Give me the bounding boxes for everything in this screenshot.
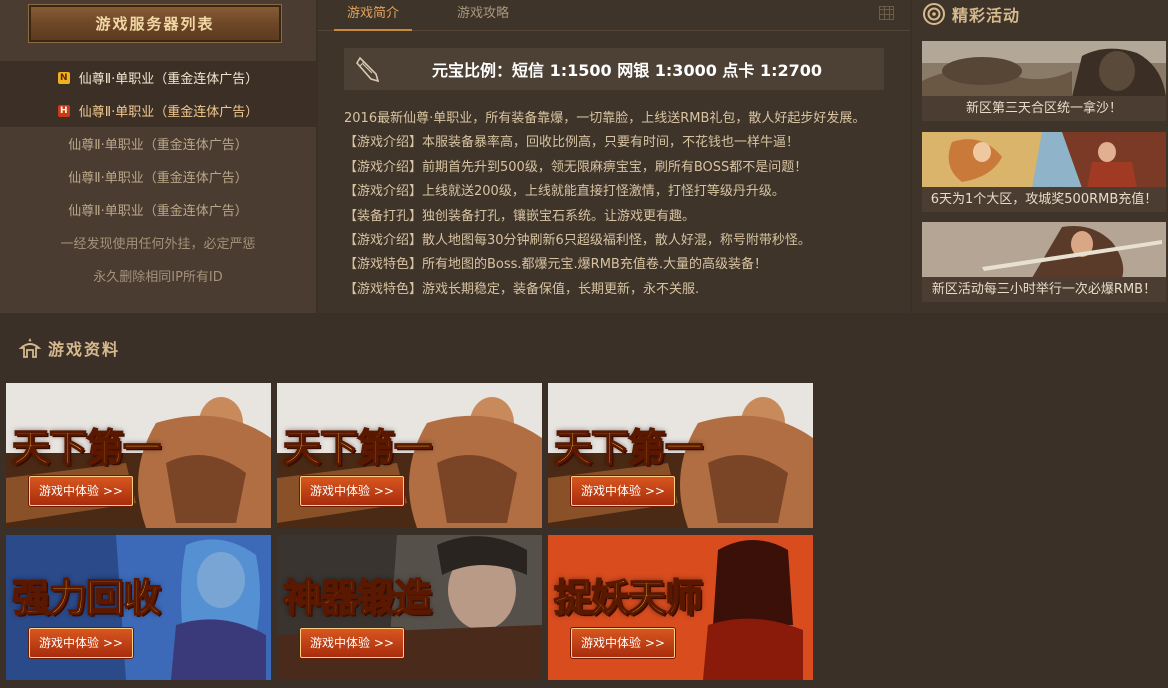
grid-icon[interactable] — [879, 6, 894, 20]
server-item[interactable]: 仙尊Ⅱ·单职业（重金连体广告） — [0, 127, 316, 160]
game-intro-panel: 游戏简介 游戏攻略 元宝比例：短信 1:1500 网银 1:3000 点卡 1:… — [318, 0, 910, 313]
server-item[interactable]: N 仙尊Ⅱ·单职业（重金连体广告） — [0, 61, 316, 94]
intro-line: 2016最新仙尊·单职业，所有装备靠爆，一切靠脸，上线送RMB礼包，散人好起步好… — [344, 111, 866, 126]
try-in-game-button[interactable]: 游戏中体验 >> — [571, 476, 675, 506]
server-list: N 仙尊Ⅱ·单职业（重金连体广告） H 仙尊Ⅱ·单职业（重金连体广告） 仙尊Ⅱ·… — [0, 61, 316, 292]
warning-note: 永久删除相同IP所有ID — [93, 270, 223, 285]
banner-title: 捉妖天师 — [553, 574, 704, 621]
activity-card[interactable]: 新区第三天合区统一拿沙！ — [922, 41, 1166, 121]
promo-banner[interactable]: 天下第一 游戏中体验 >> — [277, 383, 542, 528]
try-in-game-button[interactable]: 游戏中体验 >> — [29, 476, 133, 506]
activity-image — [922, 222, 1166, 278]
feather-icon — [356, 56, 380, 83]
activities-panel: 精彩活动 新区第三天合区统一拿沙！ 6天为1个大区，攻城奖500RMB充值！ 新… — [912, 0, 1168, 313]
tab-bar: 游戏简介 游戏攻略 — [318, 0, 910, 31]
intro-line: 【游戏介绍】本服装备暴率高，回收比例高，只要有时间，不花钱也一样牛逼！ — [344, 135, 800, 151]
promo-banner[interactable]: 神器锻造 游戏中体验 >> — [277, 535, 542, 680]
banner-title: 天下第一 — [282, 424, 433, 471]
pagoda-icon — [18, 338, 42, 358]
server-item[interactable]: H 仙尊Ⅱ·单职业（重金连体广告） — [0, 94, 316, 127]
promo-banner[interactable]: 捉妖天师 游戏中体验 >> — [548, 535, 813, 680]
server-item-label: 仙尊Ⅱ·单职业（重金连体广告） — [68, 204, 248, 219]
intro-line: 【游戏介绍】散人地图每30分钟刷新6只超级福利怪，散人好混，称号附带秒怪。 — [344, 232, 811, 248]
intro-line: 【游戏特色】所有地图的Boss.都爆元宝.爆RMB充值卷.大量的高级装备！ — [344, 257, 767, 273]
banner-title: 天下第一 — [553, 424, 704, 471]
server-list-panel: 游戏服务器列表 N 仙尊Ⅱ·单职业（重金连体广告） H 仙尊Ⅱ·单职业（重金连体… — [0, 0, 316, 313]
server-item-label: 仙尊Ⅱ·单职业（重金连体广告） — [78, 105, 259, 120]
intro-line: 【游戏介绍】前期首先升到500级，领无限麻痹宝宝，刷所有BOSS都不是问题！ — [344, 159, 808, 175]
activities-header: 精彩活动 — [922, 2, 1020, 26]
activity-image — [922, 132, 1166, 188]
activity-image — [922, 41, 1166, 97]
tab-intro[interactable]: 游戏简介 — [334, 0, 412, 31]
game-info-header: 游戏资料 — [18, 336, 120, 360]
server-list-title: 游戏服务器列表 — [28, 4, 282, 43]
activity-card[interactable]: 新区活动每三小时举行一次必爆RMB！ — [922, 222, 1166, 302]
banner-title: 天下第一 — [11, 424, 162, 471]
currency-ratio: 元宝比例：短信 1:1500 网银 1:3000 点卡 1:2700 — [432, 61, 823, 80]
game-info-title: 游戏资料 — [48, 340, 121, 359]
activity-card[interactable]: 6天为1个大区，攻城奖500RMB充值！ — [922, 132, 1166, 212]
server-item-label: 仙尊Ⅱ·单职业（重金连体广告） — [68, 138, 248, 153]
ratio-banner: 元宝比例：短信 1:1500 网银 1:3000 点卡 1:2700 — [344, 48, 884, 90]
try-in-game-button[interactable]: 游戏中体验 >> — [300, 476, 404, 506]
intro-line: 【装备打孔】独创装备打孔，镶嵌宝石系统。让游戏更有趣。 — [344, 208, 696, 224]
banner-title: 强力回收 — [11, 574, 162, 621]
warning-note: 一经发现使用任何外挂，必定严惩 — [60, 237, 256, 252]
intro-text: 2016最新仙尊·单职业，所有装备靠爆，一切靠脸，上线送RMB礼包，散人好起步好… — [344, 107, 904, 302]
try-in-game-button[interactable]: 游戏中体验 >> — [571, 628, 675, 658]
activity-caption: 新区第三天合区统一拿沙！ — [922, 96, 1166, 121]
activity-caption: 6天为1个大区，攻城奖500RMB充值！ — [922, 187, 1166, 212]
activities-title: 精彩活动 — [952, 6, 1021, 25]
server-item[interactable]: 仙尊Ⅱ·单职业（重金连体广告） — [0, 193, 316, 226]
try-in-game-button[interactable]: 游戏中体验 >> — [300, 628, 404, 658]
try-in-game-button[interactable]: 游戏中体验 >> — [29, 628, 133, 658]
hot-badge-icon: H — [57, 104, 70, 117]
promo-banner[interactable]: 天下第一 游戏中体验 >> — [6, 383, 271, 528]
intro-line: 【游戏特色】游戏长期稳定，装备保值，长期更新，永不关服. — [344, 281, 700, 297]
promo-banner[interactable]: 强力回收 游戏中体验 >> — [6, 535, 271, 680]
activity-caption: 新区活动每三小时举行一次必爆RMB！ — [922, 277, 1166, 302]
server-item-label: 仙尊Ⅱ·单职业（重金连体广告） — [78, 72, 259, 87]
target-icon — [923, 3, 945, 25]
promo-banner[interactable]: 天下第一 游戏中体验 >> — [548, 383, 813, 528]
server-item[interactable]: 仙尊Ⅱ·单职业（重金连体广告） — [0, 160, 316, 193]
new-badge-icon: N — [57, 71, 70, 84]
intro-line: 【游戏介绍】上线就送200级，上线就能直接打怪激情，打怪打等级丹升级。 — [344, 184, 785, 200]
banner-title: 神器锻造 — [282, 574, 433, 621]
tab-guide[interactable]: 游戏攻略 — [444, 0, 522, 31]
server-item-label: 仙尊Ⅱ·单职业（重金连体广告） — [68, 171, 248, 186]
